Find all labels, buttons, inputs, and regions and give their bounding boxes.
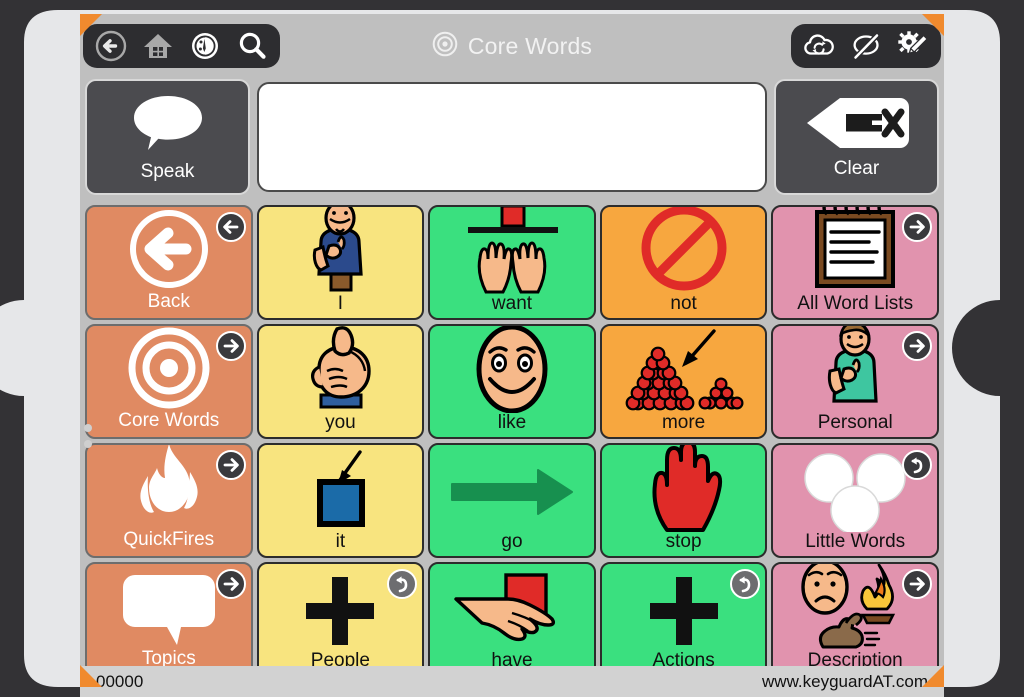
grid-cell-more[interactable]: more bbox=[599, 324, 768, 439]
blue-square-arrow-icon bbox=[259, 445, 423, 532]
speech-bubble-icon bbox=[130, 92, 206, 159]
message-input[interactable] bbox=[257, 82, 767, 192]
arrow-right-icon bbox=[909, 577, 925, 591]
smiling-face-icon bbox=[430, 326, 594, 413]
arrow-right-icon bbox=[909, 339, 925, 353]
grid-cell-have[interactable]: have bbox=[428, 562, 596, 677]
right-arrow-green-icon bbox=[430, 445, 594, 532]
grid-cell-want[interactable]: want bbox=[428, 205, 596, 320]
grid-cell-core-words[interactable]: Core Words bbox=[85, 324, 253, 439]
pointing-fist-icon bbox=[259, 326, 423, 413]
keyguard-corner-bottom-left bbox=[80, 665, 102, 687]
grid-cell-label: All Word Lists bbox=[797, 293, 914, 314]
cloud-sync-icon[interactable] bbox=[799, 26, 839, 66]
keyguard-corner-top-left bbox=[80, 14, 102, 36]
nav-badge-arrow-right bbox=[215, 569, 246, 599]
symbol-grid: Back I want not All Word Lists Core Word… bbox=[80, 202, 944, 680]
speak-button[interactable]: Speak bbox=[85, 79, 250, 195]
speech-muted-icon[interactable] bbox=[846, 26, 886, 66]
message-bar: Speak Clear bbox=[80, 72, 944, 202]
grid-cell-personal[interactable]: Personal bbox=[771, 324, 939, 439]
status-right-text: www.keyguardAT.com bbox=[762, 671, 928, 691]
grid-cell-label: Personal bbox=[817, 412, 893, 433]
grid-cell-quickfires[interactable]: QuickFires bbox=[85, 443, 253, 558]
arrow-back-curve-icon bbox=[396, 576, 408, 593]
backspace-clear-icon bbox=[802, 95, 912, 156]
toolbar-right-group bbox=[791, 24, 941, 68]
two-piles-arrow-icon bbox=[602, 326, 766, 413]
nav-badge-arrow-back-curve bbox=[902, 450, 932, 480]
arrow-right-icon bbox=[223, 339, 239, 353]
grid-cell-people[interactable]: People bbox=[256, 562, 425, 677]
grid-cell-not[interactable]: not bbox=[599, 205, 768, 320]
grid-cell-label: stop bbox=[665, 531, 702, 552]
nav-badge-arrow-right bbox=[902, 331, 932, 361]
search-icon[interactable] bbox=[232, 26, 272, 66]
nav-badge-arrow-right bbox=[215, 450, 246, 480]
grid-cell-label: Little Words bbox=[805, 531, 906, 552]
grid-cell-label: Back bbox=[147, 291, 190, 312]
home-icon[interactable] bbox=[138, 26, 178, 66]
dashboard-icon[interactable] bbox=[185, 26, 225, 66]
arrow-back-curve-icon bbox=[739, 576, 751, 593]
keyguard-corner-bottom-right bbox=[922, 665, 944, 687]
grid-cell-label: not bbox=[670, 293, 697, 314]
grid-cell-actions[interactable]: Actions bbox=[599, 562, 768, 677]
status-bar: 00000 www.keyguardAT.com bbox=[80, 666, 944, 697]
grid-cell-label: more bbox=[661, 412, 706, 433]
arrow-right-icon bbox=[223, 577, 239, 591]
grid-cell-it[interactable]: it bbox=[256, 443, 425, 558]
grid-cell-description[interactable]: Description bbox=[771, 562, 939, 677]
red-hand-icon bbox=[602, 445, 766, 532]
grid-cell-label: you bbox=[325, 412, 356, 433]
grid-cell-back[interactable]: Back bbox=[85, 205, 253, 320]
person-point-self-icon bbox=[259, 207, 423, 294]
grid-cell-label: want bbox=[491, 293, 533, 314]
grid-cell-i[interactable]: I bbox=[256, 205, 425, 320]
toolbar-left-group bbox=[83, 24, 280, 68]
arrow-back-curve-icon bbox=[911, 457, 923, 474]
hand-red-block-icon bbox=[430, 564, 594, 651]
grid-cell-label: like bbox=[497, 412, 527, 433]
keyguard-post-dot bbox=[84, 440, 92, 448]
screen-root: Core Words Speak Clear Back I want not A… bbox=[0, 0, 1024, 697]
target-icon bbox=[432, 31, 458, 62]
grid-cell-label: QuickFires bbox=[123, 529, 215, 550]
keyguard-corner-top-right bbox=[922, 14, 944, 36]
status-left-text: 00000 bbox=[96, 671, 144, 691]
aac-app-surface: Core Words Speak Clear Back I want not A… bbox=[80, 14, 944, 697]
hands-reach-shelf-icon bbox=[430, 207, 594, 294]
grid-cell-label: it bbox=[335, 531, 346, 552]
arrow-right-icon bbox=[223, 458, 239, 472]
speak-label: Speak bbox=[140, 160, 195, 182]
nav-badge-arrow-right bbox=[902, 569, 932, 599]
nav-badge-arrow-right bbox=[902, 212, 932, 242]
grid-cell-like[interactable]: like bbox=[428, 324, 596, 439]
grid-cell-all-word-lists[interactable]: All Word Lists bbox=[771, 205, 939, 320]
arrow-left-icon bbox=[222, 220, 238, 234]
arrow-right-icon bbox=[909, 220, 925, 234]
grid-cell-label: go bbox=[501, 531, 523, 552]
grid-cell-topics[interactable]: Topics bbox=[85, 562, 253, 677]
nav-badge-arrow-left bbox=[215, 212, 246, 242]
nav-badge-arrow-back-curve bbox=[387, 569, 418, 599]
grid-cell-little-words[interactable]: Little Words bbox=[771, 443, 939, 558]
grid-cell-label: I bbox=[337, 293, 344, 314]
prohibition-sign-icon bbox=[602, 207, 766, 294]
nav-badge-arrow-right bbox=[215, 331, 246, 361]
grid-cell-you[interactable]: you bbox=[256, 324, 425, 439]
clear-button[interactable]: Clear bbox=[774, 79, 939, 195]
clear-label: Clear bbox=[833, 157, 880, 179]
grid-cell-stop[interactable]: stop bbox=[599, 443, 768, 558]
grid-cell-label: Core Words bbox=[118, 410, 220, 431]
keyguard-post-dot bbox=[84, 424, 92, 432]
app-toolbar: Core Words bbox=[80, 14, 944, 72]
grid-cell-go[interactable]: go bbox=[428, 443, 596, 558]
page-title: Core Words bbox=[467, 32, 593, 59]
